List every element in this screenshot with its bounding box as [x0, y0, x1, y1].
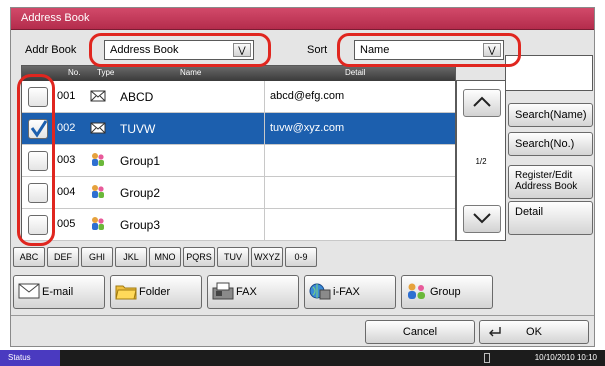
destination-label: E-mail [42, 286, 74, 298]
group-icon [90, 152, 106, 168]
page-up-button[interactable] [463, 89, 501, 117]
row-checkbox[interactable] [28, 183, 48, 203]
row-number: 001 [57, 90, 76, 102]
ok-label: OK [526, 326, 542, 338]
column-header-no: No. [68, 68, 81, 77]
register-edit-address-book-button[interactable]: Register/Edit Address Book [508, 165, 593, 199]
fax-destination-button[interactable]: FAX [207, 275, 299, 309]
row-number: 003 [57, 154, 76, 166]
register-label-line1: Register/Edit [515, 170, 573, 181]
table-row[interactable]: 005 Group3 [22, 209, 455, 241]
row-name: ABCD [120, 90, 154, 104]
addr-book-label: Addr Book [25, 44, 77, 56]
checkmark-icon [30, 120, 48, 138]
status-button[interactable]: Status [0, 350, 60, 366]
enter-icon [489, 327, 501, 337]
row-checkbox[interactable] [28, 87, 48, 107]
alpha-tab-tuv[interactable]: TUV [217, 247, 249, 267]
row-checkbox[interactable] [28, 151, 48, 171]
footer-divider [11, 315, 594, 316]
row-checkbox[interactable] [28, 215, 48, 235]
group-icon [90, 184, 106, 200]
row-detail: abcd@efg.com [264, 81, 458, 112]
address-table: No. Type Name Detail 001 ABCD abcd@efg.com… [21, 65, 456, 241]
table-row[interactable]: 003 Group1 [22, 145, 455, 177]
row-number: 004 [57, 186, 76, 198]
envelope-icon [90, 88, 106, 104]
envelope-icon [90, 120, 106, 136]
addr-book-select-value: Address Book [110, 44, 179, 56]
row-name: Group2 [120, 186, 161, 200]
memory-indicator-icon [484, 353, 490, 363]
ok-button[interactable]: OK [479, 320, 589, 344]
i-fax-destination-button[interactable]: i-FAX [304, 275, 396, 309]
alpha-tab-abc[interactable]: ABC [13, 247, 45, 267]
cancel-button[interactable]: Cancel [365, 320, 475, 344]
destination-label: i-FAX [333, 286, 360, 298]
table-row[interactable]: 002 TUVW tuvw@xyz.com [22, 113, 455, 145]
alpha-tab-wxyz[interactable]: WXYZ [251, 247, 283, 267]
detail-button[interactable]: Detail [508, 201, 593, 235]
alpha-tab-0-9[interactable]: 0-9 [285, 247, 317, 267]
destination-label: Folder [139, 286, 171, 298]
alpha-tab-jkl[interactable]: JKL [115, 247, 147, 267]
row-detail [264, 177, 458, 208]
fax-icon [212, 282, 236, 304]
group-destination-button[interactable]: Group [401, 275, 493, 309]
ifax-icon [309, 282, 333, 304]
page-indicator: 1/2 [475, 157, 487, 166]
column-header-name: Name [180, 68, 202, 77]
table-row[interactable]: 001 ABCD abcd@efg.com [22, 81, 455, 113]
register-label-line2: Address Book [515, 181, 578, 192]
envelope-icon [18, 282, 42, 304]
row-name: Group1 [120, 154, 161, 168]
search-text-display [505, 55, 593, 91]
group-icon [406, 282, 430, 304]
chevron-up-icon [473, 96, 491, 107]
folder-icon [115, 282, 139, 304]
page-navigator: 1/2 [456, 80, 506, 241]
table-header: No. Type Name Detail [22, 66, 455, 81]
alpha-tab-mno[interactable]: MNO [149, 247, 181, 267]
row-checkbox[interactable] [28, 119, 48, 139]
sort-select-value: Name [360, 44, 390, 56]
e-mail-destination-button[interactable]: E-mail [13, 275, 105, 309]
row-number: 002 [57, 122, 76, 134]
sort-label: Sort [307, 44, 328, 56]
chevron-down-icon [473, 213, 491, 224]
destination-label: Group [430, 286, 461, 298]
column-header-type: Type [97, 68, 115, 77]
row-number: 005 [57, 218, 76, 230]
double-chevron-down-icon: ⋁ [483, 43, 501, 57]
search-number-button[interactable]: Search(No.) [508, 132, 593, 156]
row-detail [264, 209, 458, 240]
status-bar: Status 10/10/2010 10:10 [0, 350, 605, 366]
folder-destination-button[interactable]: Folder [110, 275, 202, 309]
group-icon [90, 216, 106, 232]
alpha-tab-ghi[interactable]: GHI [81, 247, 113, 267]
search-name-button[interactable]: Search(Name) [508, 103, 593, 127]
date-time: 10/10/2010 10:10 [534, 353, 597, 362]
row-name: TUVW [120, 122, 156, 136]
row-name: Group3 [120, 218, 161, 232]
address-book-screen: Address Book Addr Book Address Book ⋁ So… [10, 7, 595, 347]
destination-label: FAX [236, 286, 257, 298]
row-detail [264, 145, 458, 176]
sort-select[interactable]: Name ⋁ [354, 40, 504, 60]
page-down-button[interactable] [463, 205, 501, 233]
alpha-tab-pqrs[interactable]: PQRS [183, 247, 215, 267]
column-header-detail: Detail [345, 68, 366, 77]
table-row[interactable]: 004 Group2 [22, 177, 455, 209]
window-title: Address Book [11, 8, 594, 30]
addr-book-select[interactable]: Address Book ⋁ [104, 40, 254, 60]
row-detail: tuvw@xyz.com [264, 113, 458, 144]
double-chevron-down-icon: ⋁ [233, 43, 251, 57]
alpha-tab-def[interactable]: DEF [47, 247, 79, 267]
